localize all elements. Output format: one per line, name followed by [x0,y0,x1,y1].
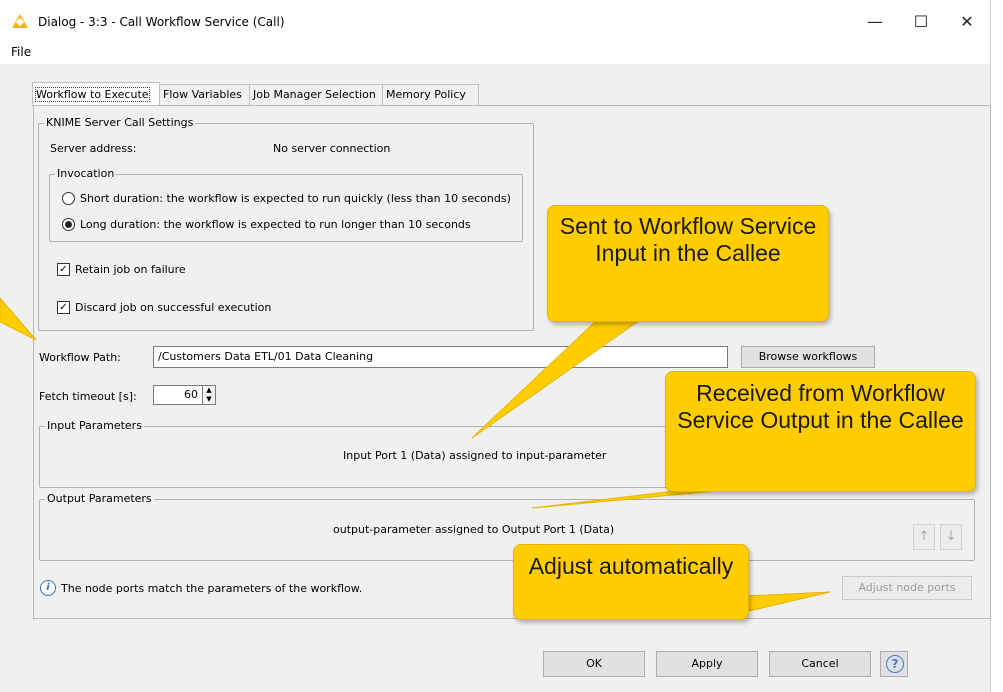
adjust-automatically-callout: Adjust automatically [513,544,749,620]
adjust-callout-pointer [744,591,831,613]
received-from-output-callout: Received from Workflow Service Output in… [665,371,976,492]
callout-pointers [0,297,831,613]
left-callout-pointer [0,297,37,341]
sent-to-input-callout: Sent to Workflow Service Input in the Ca… [547,205,829,322]
sent-callout-pointer [471,319,642,439]
